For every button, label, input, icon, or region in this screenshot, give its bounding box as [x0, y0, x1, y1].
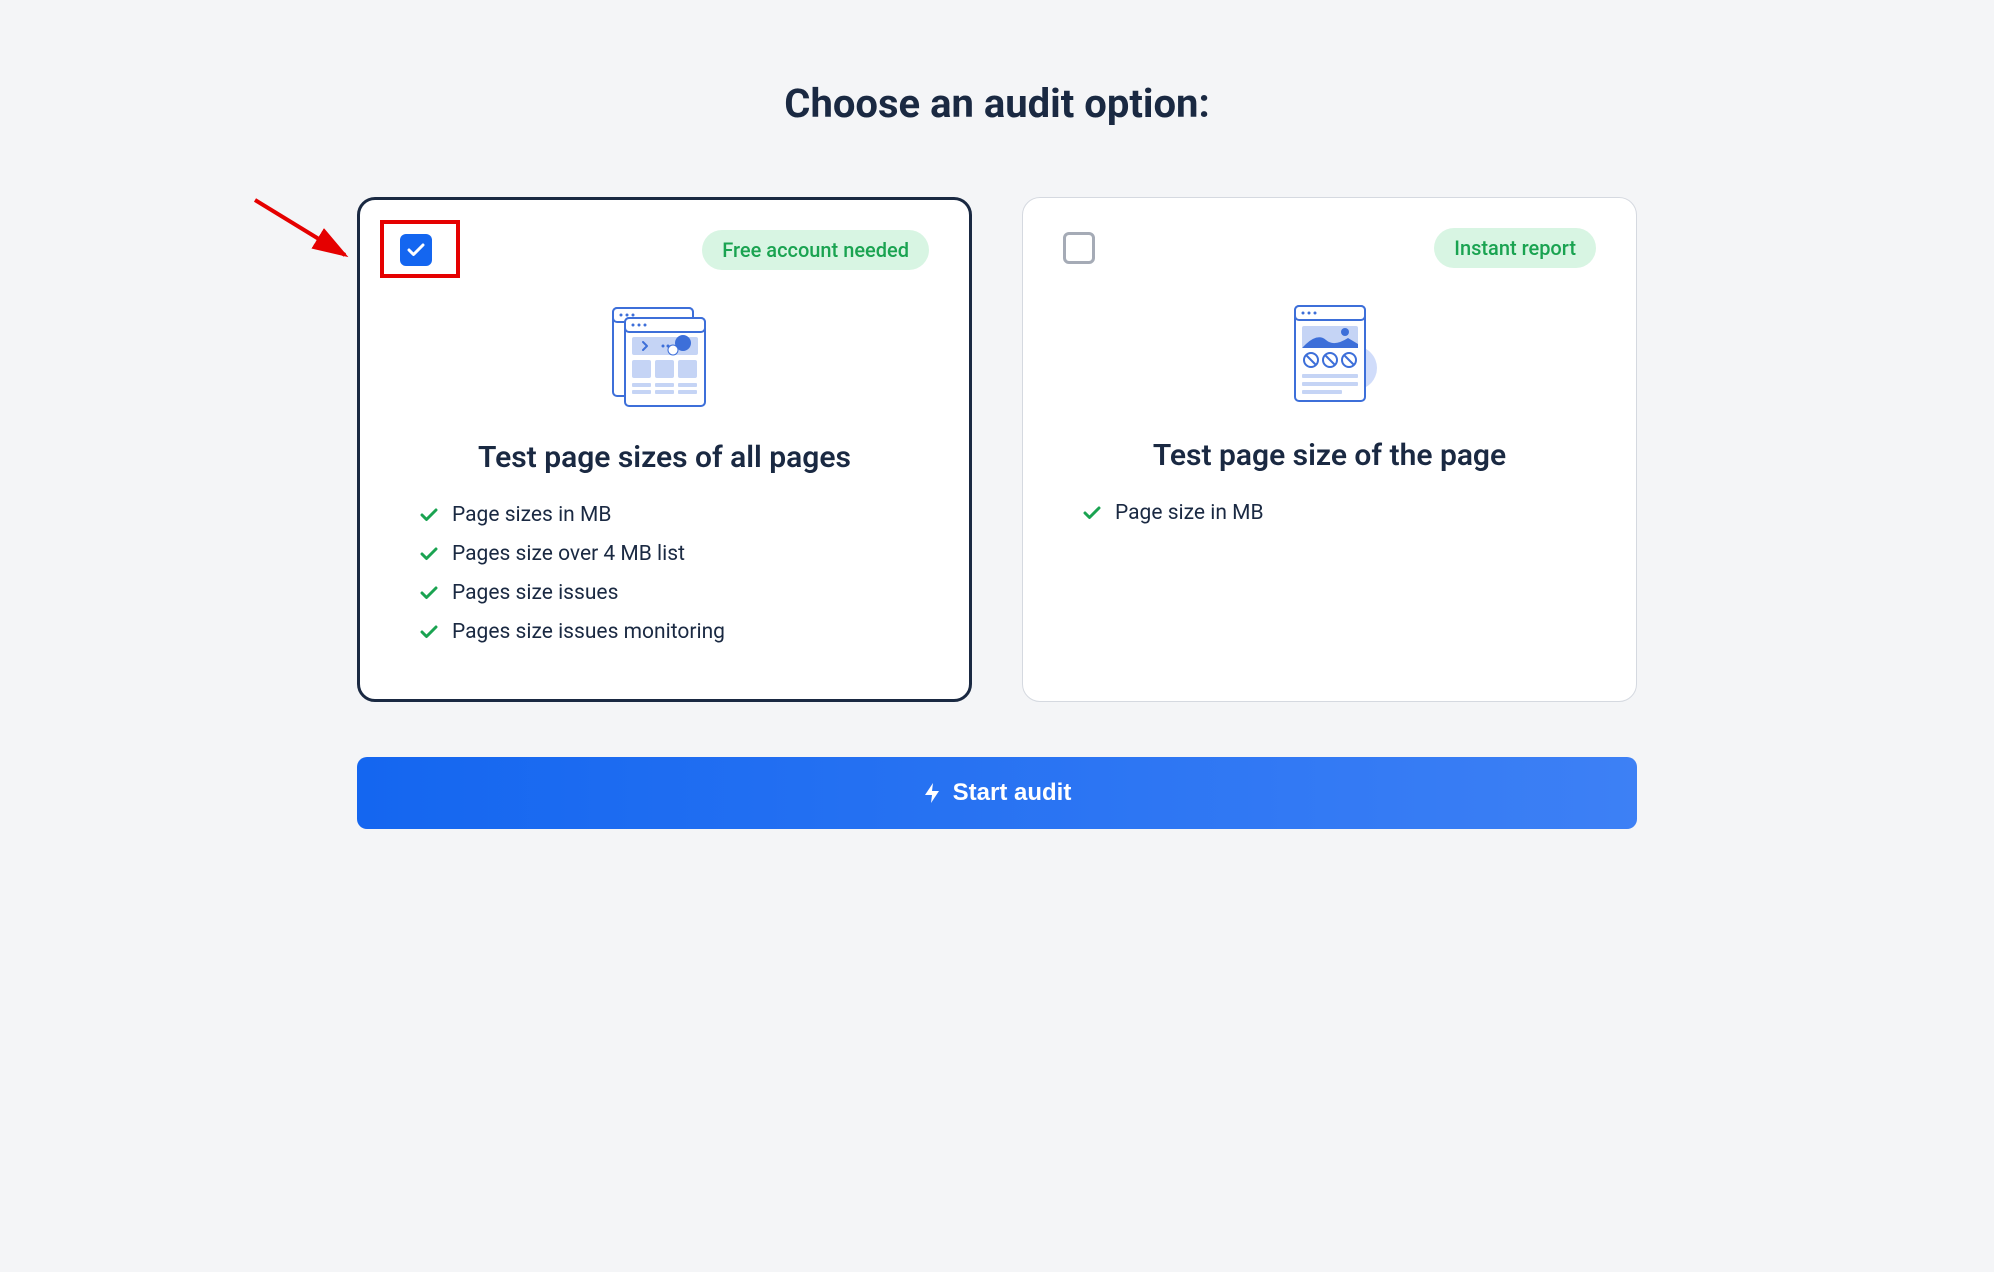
feature-text: Page size in MB: [1115, 501, 1264, 525]
card-title: Test page size of the page: [1063, 438, 1596, 473]
audit-option-single-page[interactable]: Instant report: [1022, 197, 1637, 702]
check-icon: [420, 625, 438, 639]
cards-wrapper: Free account needed: [357, 197, 1637, 702]
feature-text: Pages size issues: [452, 581, 618, 605]
list-item: Page sizes in MB: [420, 503, 909, 527]
check-icon: [420, 586, 438, 600]
status-badge: Free account needed: [702, 230, 929, 270]
check-icon: [420, 508, 438, 522]
page-title: Choose an audit option:: [357, 80, 1637, 127]
list-item: Pages size issues monitoring: [420, 620, 909, 644]
start-audit-button[interactable]: Start audit: [357, 757, 1637, 829]
check-icon: [1083, 506, 1101, 520]
option-checkbox-unchecked[interactable]: [1063, 232, 1095, 264]
button-label: Start audit: [953, 779, 1072, 807]
card-header: Instant report: [1063, 228, 1596, 268]
status-badge: Instant report: [1434, 228, 1596, 268]
feature-text: Pages size over 4 MB list: [452, 542, 685, 566]
check-icon: [407, 243, 425, 257]
illustration-single-page-icon: [1063, 298, 1596, 408]
features-list: Page sizes in MB Pages size over 4 MB li…: [400, 503, 929, 644]
option-checkbox-checked[interactable]: [400, 234, 432, 266]
list-item: Pages size issues: [420, 581, 909, 605]
feature-text: Page sizes in MB: [452, 503, 611, 527]
list-item: Pages size over 4 MB list: [420, 542, 909, 566]
lightning-icon: [923, 782, 941, 804]
arrow-annotation-icon: [250, 195, 365, 270]
card-title: Test page sizes of all pages: [400, 440, 929, 475]
check-icon: [420, 547, 438, 561]
audit-option-all-pages[interactable]: Free account needed: [357, 197, 972, 702]
card-header: Free account needed: [400, 230, 929, 270]
illustration-all-pages-icon: [400, 300, 929, 410]
list-item: Page size in MB: [1083, 501, 1576, 525]
feature-text: Pages size issues monitoring: [452, 620, 725, 644]
features-list: Page size in MB: [1063, 501, 1596, 525]
